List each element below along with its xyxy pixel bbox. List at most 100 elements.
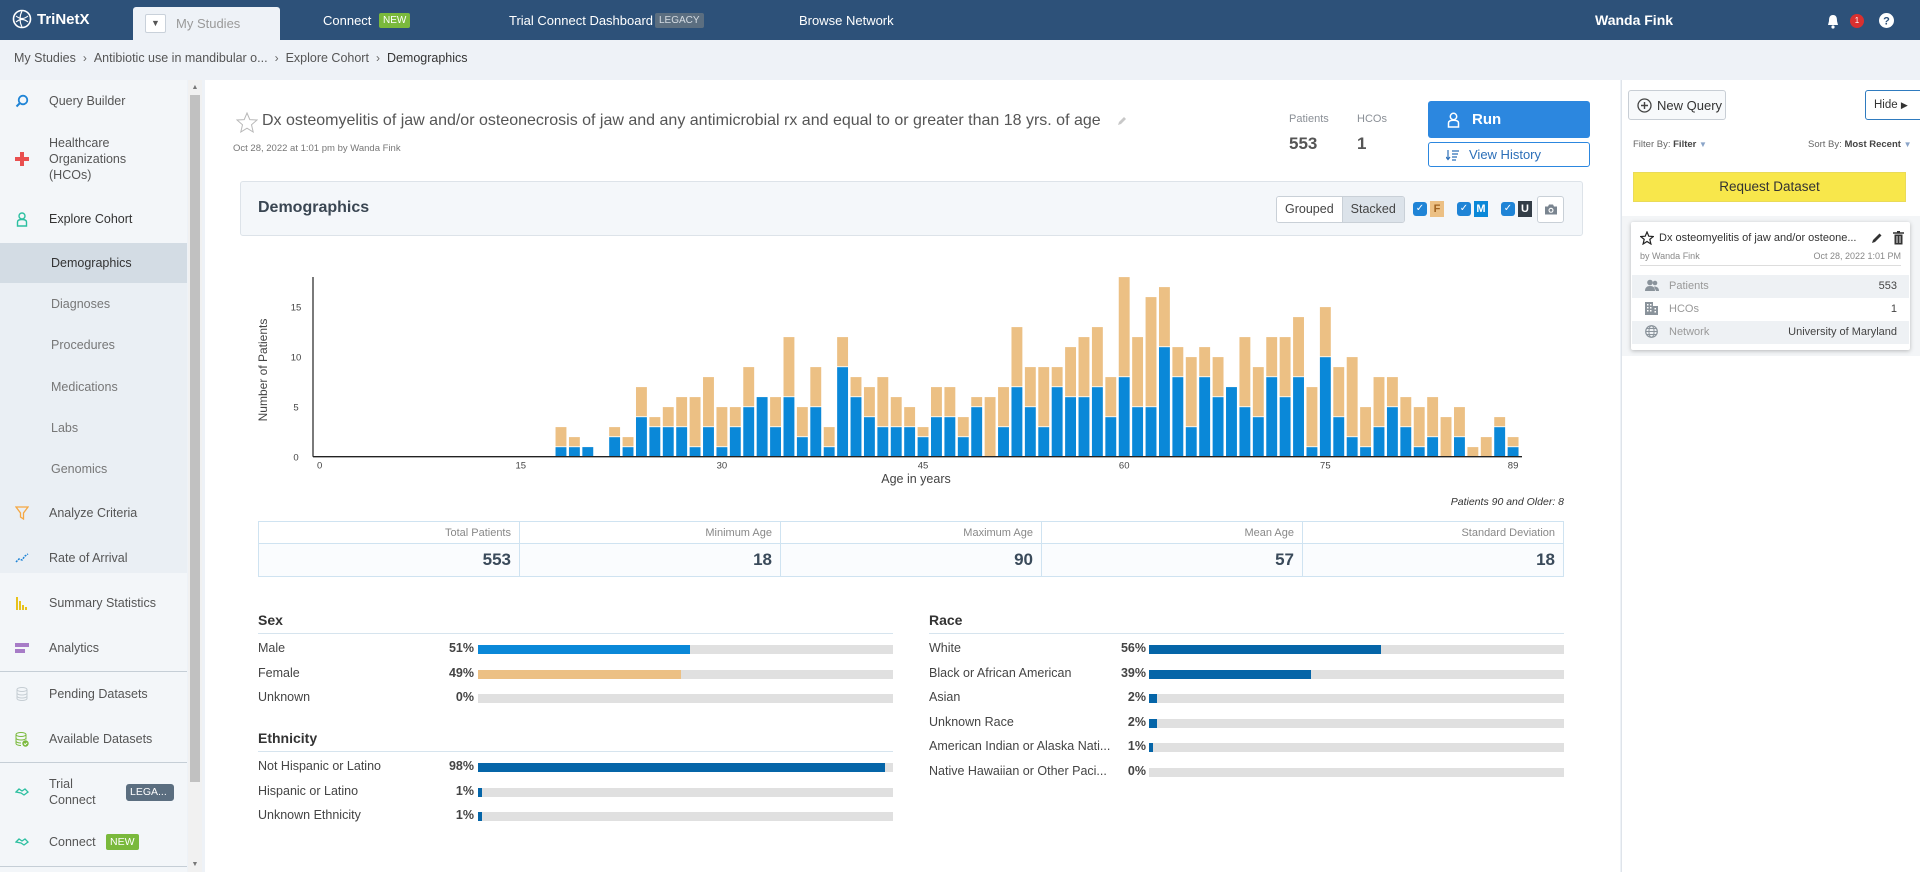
bar-male-age-32[interactable] bbox=[742, 406, 755, 458]
bar-female-age-86[interactable] bbox=[1466, 446, 1480, 458]
bar-male-age-38[interactable] bbox=[822, 446, 836, 458]
bar-male-age-24[interactable] bbox=[635, 416, 648, 458]
bar-male-age-62[interactable] bbox=[1144, 406, 1158, 458]
tab-browse-network[interactable]: Browse Network bbox=[799, 13, 894, 28]
bar-male-age-28[interactable] bbox=[688, 446, 702, 458]
favorite-star-icon[interactable] bbox=[236, 112, 258, 133]
bar-female-age-38[interactable] bbox=[822, 426, 836, 448]
bar-male-age-47[interactable] bbox=[943, 416, 957, 458]
sidebar-item-hcos[interactable]: Healthcare Organizations (HCOs) bbox=[0, 135, 187, 183]
bar-male-age-75[interactable] bbox=[1319, 356, 1332, 458]
bar-male-age-52[interactable] bbox=[1010, 386, 1024, 458]
sidebar-item-analytics[interactable]: Analytics bbox=[0, 640, 187, 656]
bar-male-age-42[interactable] bbox=[876, 426, 890, 458]
bar-female-age-79[interactable] bbox=[1372, 376, 1386, 428]
bar-male-age-61[interactable] bbox=[1131, 406, 1144, 458]
bar-female-age-23[interactable] bbox=[621, 436, 635, 448]
bar-male-age-78[interactable] bbox=[1359, 446, 1372, 458]
bar-female-age-31[interactable] bbox=[729, 406, 742, 428]
bar-male-age-43[interactable] bbox=[889, 426, 903, 458]
bar-male-age-54[interactable] bbox=[1037, 426, 1050, 458]
bar-female-age-74[interactable] bbox=[1305, 386, 1319, 448]
grouped-button[interactable]: Grouped bbox=[1277, 197, 1342, 222]
bar-female-age-27[interactable] bbox=[675, 396, 688, 428]
bar-male-age-83[interactable] bbox=[1426, 436, 1439, 458]
bar-male-age-74[interactable] bbox=[1305, 446, 1319, 458]
bar-male-age-70[interactable] bbox=[1252, 416, 1265, 458]
tab-my-studies[interactable]: ▼ My Studies bbox=[133, 7, 280, 40]
bar-male-age-41[interactable] bbox=[863, 416, 876, 458]
bar-male-age-51[interactable] bbox=[997, 426, 1010, 458]
scroll-down-icon[interactable]: ▼ bbox=[188, 861, 202, 868]
bar-female-age-83[interactable] bbox=[1426, 396, 1439, 438]
bar-male-age-39[interactable] bbox=[836, 366, 849, 458]
breadcrumb-study[interactable]: Antibiotic use in mandibular o... bbox=[94, 51, 268, 65]
sidebar-item-explore-cohort[interactable]: Explore Cohort bbox=[0, 211, 187, 227]
request-dataset-button[interactable]: Request Dataset bbox=[1633, 172, 1906, 202]
bar-male-age-23[interactable] bbox=[621, 446, 635, 458]
bar-male-age-26[interactable] bbox=[662, 426, 675, 458]
sidebar-item-procedures[interactable]: Procedures bbox=[0, 337, 187, 353]
bar-female-age-40[interactable] bbox=[849, 376, 863, 398]
bar-male-age-77[interactable] bbox=[1345, 436, 1359, 458]
bar-female-age-50[interactable] bbox=[983, 396, 997, 458]
user-name[interactable]: Wanda Fink bbox=[1595, 12, 1673, 28]
bar-male-age-46[interactable] bbox=[930, 416, 943, 458]
sidebar-item-demographics[interactable]: Demographics bbox=[0, 255, 187, 271]
bar-female-age-59[interactable] bbox=[1104, 376, 1118, 418]
bar-male-age-57[interactable] bbox=[1077, 396, 1091, 458]
bar-male-age-20[interactable] bbox=[581, 446, 595, 458]
bar-male-age-58[interactable] bbox=[1091, 386, 1104, 458]
sidebar-item-available-datasets[interactable]: Available Datasets bbox=[0, 731, 187, 747]
sidebar-item-analyze-criteria[interactable]: Analyze Criteria bbox=[0, 505, 187, 521]
bar-male-age-59[interactable] bbox=[1104, 416, 1118, 458]
female-checkbox[interactable]: ✓ bbox=[1413, 202, 1427, 216]
bar-male-age-53[interactable] bbox=[1024, 406, 1037, 458]
bar-male-age-63[interactable] bbox=[1158, 346, 1171, 458]
bar-male-age-34[interactable] bbox=[769, 426, 782, 458]
bar-female-age-72[interactable] bbox=[1278, 336, 1292, 398]
bar-female-age-43[interactable] bbox=[889, 396, 903, 428]
bar-male-age-56[interactable] bbox=[1064, 396, 1077, 458]
bar-female-age-35[interactable] bbox=[782, 336, 796, 398]
trash-icon[interactable] bbox=[1893, 231, 1904, 245]
bar-male-age-60[interactable] bbox=[1117, 376, 1131, 458]
breadcrumb-my-studies[interactable]: My Studies bbox=[14, 51, 76, 65]
query-card[interactable]: Dx osteomyelitis of jaw and/or osteone..… bbox=[1631, 222, 1910, 350]
bar-female-age-80[interactable] bbox=[1386, 376, 1399, 408]
bar-male-age-72[interactable] bbox=[1278, 396, 1292, 458]
sidebar-item-diagnoses[interactable]: Diagnoses bbox=[0, 296, 187, 312]
bar-female-age-62[interactable] bbox=[1144, 296, 1158, 408]
bar-male-age-69[interactable] bbox=[1238, 406, 1252, 458]
bar-male-age-49[interactable] bbox=[970, 406, 983, 458]
bar-female-age-26[interactable] bbox=[662, 406, 675, 428]
bar-male-age-45[interactable] bbox=[916, 436, 930, 458]
bar-female-age-73[interactable] bbox=[1292, 316, 1305, 378]
bar-female-age-76[interactable] bbox=[1332, 366, 1346, 418]
bar-female-age-51[interactable] bbox=[997, 386, 1010, 428]
bar-female-age-39[interactable] bbox=[836, 336, 849, 368]
chevron-down-icon[interactable]: ▼ bbox=[145, 14, 166, 33]
bar-male-age-29[interactable] bbox=[702, 426, 715, 458]
bar-male-age-80[interactable] bbox=[1386, 406, 1399, 458]
bar-female-age-71[interactable] bbox=[1265, 336, 1278, 378]
bar-male-age-82[interactable] bbox=[1412, 446, 1426, 458]
filter-by-dropdown[interactable]: Filter By: Filter ▼ bbox=[1633, 139, 1707, 150]
bar-female-age-82[interactable] bbox=[1412, 406, 1426, 448]
bar-male-age-73[interactable] bbox=[1292, 376, 1305, 458]
bar-female-age-45[interactable] bbox=[916, 426, 930, 438]
bar-male-age-27[interactable] bbox=[675, 426, 688, 458]
bar-male-age-30[interactable] bbox=[715, 446, 729, 458]
unknown-checkbox[interactable]: ✓ bbox=[1501, 202, 1515, 216]
bar-female-age-46[interactable] bbox=[930, 386, 943, 418]
bar-male-age-65[interactable] bbox=[1185, 426, 1198, 458]
snapshot-button[interactable] bbox=[1537, 196, 1564, 223]
bar-male-age-18[interactable] bbox=[554, 446, 568, 458]
hide-panel-button[interactable]: Hide ▶ bbox=[1865, 90, 1920, 120]
bar-male-age-76[interactable] bbox=[1332, 416, 1346, 458]
bar-female-age-57[interactable] bbox=[1077, 336, 1091, 398]
bar-male-age-67[interactable] bbox=[1211, 396, 1225, 458]
bar-female-age-88[interactable] bbox=[1493, 416, 1506, 428]
male-checkbox[interactable]: ✓ bbox=[1457, 202, 1471, 216]
run-button[interactable]: Run bbox=[1428, 101, 1590, 138]
